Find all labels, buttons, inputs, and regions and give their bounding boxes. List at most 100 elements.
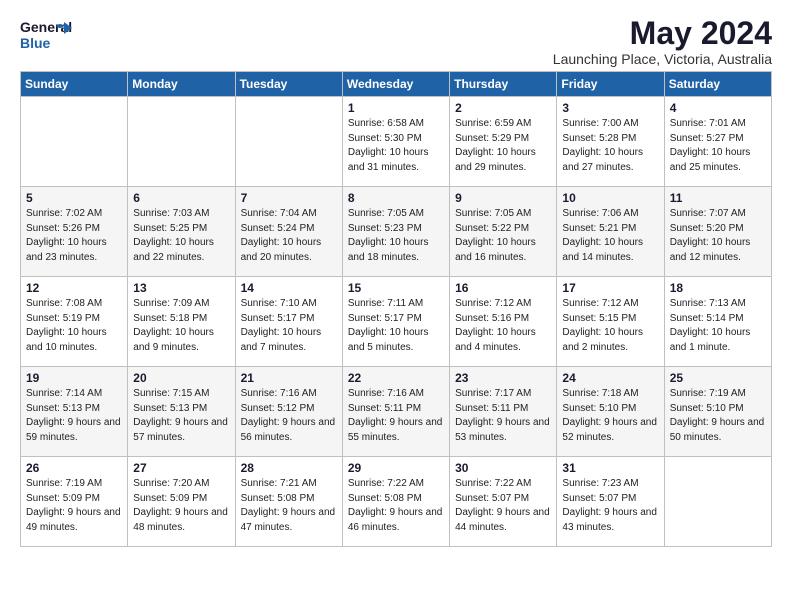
- week-row-4: 19 Sunrise: 7:14 AMSunset: 5:13 PMDayligh…: [21, 367, 772, 457]
- week-row-2: 5 Sunrise: 7:02 AMSunset: 5:26 PMDaylight…: [21, 187, 772, 277]
- day-number: 7: [241, 191, 337, 205]
- day-number: 24: [562, 371, 658, 385]
- day-info: Sunrise: 7:22 AMSunset: 5:08 PMDaylight:…: [348, 477, 444, 535]
- day-info: Sunrise: 7:00 AMSunset: 5:28 PMDaylight:…: [562, 117, 658, 175]
- day-number: 8: [348, 191, 444, 205]
- header: General Blue May 2024 Launching Place, V…: [20, 16, 772, 67]
- day-cell: 25 Sunrise: 7:19 AMSunset: 5:10 PMDayligh…: [664, 367, 771, 457]
- day-number: 3: [562, 101, 658, 115]
- day-info: Sunrise: 7:06 AMSunset: 5:21 PMDaylight:…: [562, 207, 658, 265]
- day-info: Sunrise: 7:15 AMSunset: 5:13 PMDaylight:…: [133, 387, 229, 445]
- month-title: May 2024: [553, 16, 772, 51]
- day-cell: 30 Sunrise: 7:22 AMSunset: 5:07 PMDayligh…: [450, 457, 557, 547]
- day-cell: 26Sunrise: 7:19 AMSunset: 5:09 PMDayligh…: [21, 457, 128, 547]
- day-info: Sunrise: 7:18 AMSunset: 5:10 PMDaylight:…: [562, 387, 658, 445]
- day-info: Sunrise: 7:22 AMSunset: 5:07 PMDaylight:…: [455, 477, 551, 535]
- day-number: 5: [26, 191, 122, 205]
- day-number: 18: [670, 281, 766, 295]
- day-cell: 24 Sunrise: 7:18 AMSunset: 5:10 PMDayligh…: [557, 367, 664, 457]
- day-number: 12: [26, 281, 122, 295]
- day-cell: 14 Sunrise: 7:10 AMSunset: 5:17 PMDayligh…: [235, 277, 342, 367]
- day-info: Sunrise: 6:58 AMSunset: 5:30 PMDaylight:…: [348, 117, 444, 175]
- col-wednesday: Wednesday: [342, 72, 449, 97]
- day-cell: [235, 97, 342, 187]
- col-saturday: Saturday: [664, 72, 771, 97]
- day-info: Sunrise: 7:02 AMSunset: 5:26 PMDaylight:…: [26, 207, 122, 265]
- day-cell: 13 Sunrise: 7:09 AMSunset: 5:18 PMDayligh…: [128, 277, 235, 367]
- title-block: May 2024 Launching Place, Victoria, Aust…: [553, 16, 772, 67]
- day-cell: [664, 457, 771, 547]
- col-monday: Monday: [128, 72, 235, 97]
- day-number: 13: [133, 281, 229, 295]
- day-number: 11: [670, 191, 766, 205]
- day-number: 16: [455, 281, 551, 295]
- day-number: 10: [562, 191, 658, 205]
- day-info: Sunrise: 7:17 AMSunset: 5:11 PMDaylight:…: [455, 387, 551, 445]
- day-info: Sunrise: 7:04 AMSunset: 5:24 PMDaylight:…: [241, 207, 337, 265]
- day-number: 15: [348, 281, 444, 295]
- day-number: 31: [562, 461, 658, 475]
- day-info: Sunrise: 7:23 AMSunset: 5:07 PMDaylight:…: [562, 477, 658, 535]
- day-cell: 4Sunrise: 7:01 AMSunset: 5:27 PMDaylight…: [664, 97, 771, 187]
- week-row-5: 26Sunrise: 7:19 AMSunset: 5:09 PMDayligh…: [21, 457, 772, 547]
- day-number: 27: [133, 461, 229, 475]
- day-number: 22: [348, 371, 444, 385]
- day-cell: 22 Sunrise: 7:16 AMSunset: 5:11 PMDayligh…: [342, 367, 449, 457]
- day-number: 14: [241, 281, 337, 295]
- day-info: Sunrise: 7:12 AMSunset: 5:15 PMDaylight:…: [562, 297, 658, 355]
- col-sunday: Sunday: [21, 72, 128, 97]
- day-cell: [128, 97, 235, 187]
- day-cell: 28Sunrise: 7:21 AMSunset: 5:08 PMDayligh…: [235, 457, 342, 547]
- day-cell: 12 Sunrise: 7:08 AMSunset: 5:19 PMDayligh…: [21, 277, 128, 367]
- day-number: 9: [455, 191, 551, 205]
- day-cell: 23Sunrise: 7:17 AMSunset: 5:11 PMDayligh…: [450, 367, 557, 457]
- day-info: Sunrise: 7:03 AMSunset: 5:25 PMDaylight:…: [133, 207, 229, 265]
- day-info: Sunrise: 7:05 AMSunset: 5:22 PMDaylight:…: [455, 207, 551, 265]
- day-cell: 9 Sunrise: 7:05 AMSunset: 5:22 PMDaylight…: [450, 187, 557, 277]
- day-cell: 17Sunrise: 7:12 AMSunset: 5:15 PMDayligh…: [557, 277, 664, 367]
- day-cell: 2Sunrise: 6:59 AMSunset: 5:29 PMDaylight…: [450, 97, 557, 187]
- day-info: Sunrise: 7:08 AMSunset: 5:19 PMDaylight:…: [26, 297, 122, 355]
- day-info: Sunrise: 7:16 AMSunset: 5:11 PMDaylight:…: [348, 387, 444, 445]
- header-row: Sunday Monday Tuesday Wednesday Thursday…: [21, 72, 772, 97]
- day-info: Sunrise: 7:05 AMSunset: 5:23 PMDaylight:…: [348, 207, 444, 265]
- day-number: 2: [455, 101, 551, 115]
- day-info: Sunrise: 7:10 AMSunset: 5:17 PMDaylight:…: [241, 297, 337, 355]
- day-cell: 16Sunrise: 7:12 AMSunset: 5:16 PMDayligh…: [450, 277, 557, 367]
- day-cell: 11Sunrise: 7:07 AMSunset: 5:20 PMDayligh…: [664, 187, 771, 277]
- day-cell: 7 Sunrise: 7:04 AMSunset: 5:24 PMDaylight…: [235, 187, 342, 277]
- svg-text:Blue: Blue: [20, 35, 51, 51]
- day-cell: 10 Sunrise: 7:06 AMSunset: 5:21 PMDayligh…: [557, 187, 664, 277]
- day-cell: 19 Sunrise: 7:14 AMSunset: 5:13 PMDayligh…: [21, 367, 128, 457]
- day-number: 20: [133, 371, 229, 385]
- day-cell: [21, 97, 128, 187]
- day-cell: 27 Sunrise: 7:20 AMSunset: 5:09 PMDayligh…: [128, 457, 235, 547]
- week-row-1: 1 Sunrise: 6:58 AMSunset: 5:30 PMDaylight…: [21, 97, 772, 187]
- day-cell: 20 Sunrise: 7:15 AMSunset: 5:13 PMDayligh…: [128, 367, 235, 457]
- day-cell: 18Sunrise: 7:13 AMSunset: 5:14 PMDayligh…: [664, 277, 771, 367]
- day-number: 29: [348, 461, 444, 475]
- col-friday: Friday: [557, 72, 664, 97]
- day-info: Sunrise: 7:09 AMSunset: 5:18 PMDaylight:…: [133, 297, 229, 355]
- col-tuesday: Tuesday: [235, 72, 342, 97]
- day-cell: 1 Sunrise: 6:58 AMSunset: 5:30 PMDaylight…: [342, 97, 449, 187]
- day-info: Sunrise: 7:01 AMSunset: 5:27 PMDaylight:…: [670, 117, 766, 175]
- calendar-table: Sunday Monday Tuesday Wednesday Thursday…: [20, 71, 772, 547]
- day-number: 21: [241, 371, 337, 385]
- day-number: 26: [26, 461, 122, 475]
- day-info: Sunrise: 7:21 AMSunset: 5:08 PMDaylight:…: [241, 477, 337, 535]
- day-cell: 15Sunrise: 7:11 AMSunset: 5:17 PMDayligh…: [342, 277, 449, 367]
- day-info: Sunrise: 7:14 AMSunset: 5:13 PMDaylight:…: [26, 387, 122, 445]
- day-info: Sunrise: 7:20 AMSunset: 5:09 PMDaylight:…: [133, 477, 229, 535]
- logo-svg: General Blue: [20, 16, 72, 54]
- day-number: 19: [26, 371, 122, 385]
- day-number: 30: [455, 461, 551, 475]
- day-cell: 21Sunrise: 7:16 AMSunset: 5:12 PMDayligh…: [235, 367, 342, 457]
- week-row-3: 12 Sunrise: 7:08 AMSunset: 5:19 PMDayligh…: [21, 277, 772, 367]
- day-number: 25: [670, 371, 766, 385]
- day-cell: 6Sunrise: 7:03 AMSunset: 5:25 PMDaylight…: [128, 187, 235, 277]
- col-thursday: Thursday: [450, 72, 557, 97]
- day-info: Sunrise: 7:19 AMSunset: 5:10 PMDaylight:…: [670, 387, 766, 445]
- day-cell: 3 Sunrise: 7:00 AMSunset: 5:28 PMDaylight…: [557, 97, 664, 187]
- day-number: 1: [348, 101, 444, 115]
